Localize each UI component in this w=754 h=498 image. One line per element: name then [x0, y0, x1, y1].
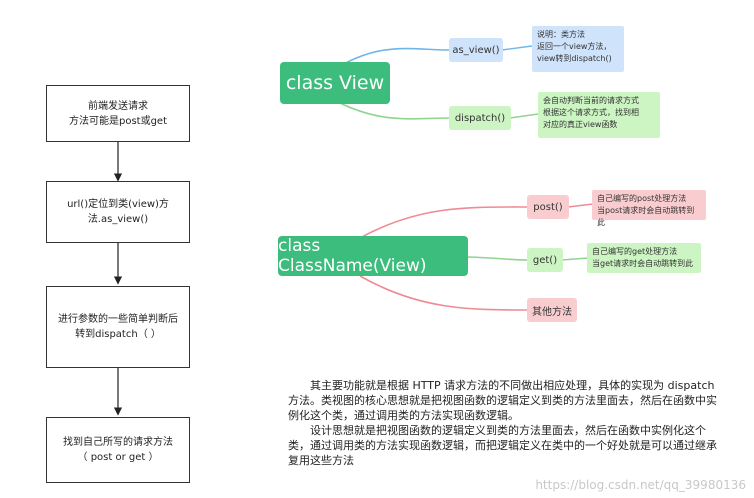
flow-step-2: url()定位到类(view)方 法.as_view() — [46, 181, 190, 243]
flow-step-1: 前端发送请求 方法可能是post或get — [46, 85, 190, 142]
root-class-classname-view: class ClassName(View) — [278, 236, 468, 276]
method-get: get() — [527, 248, 563, 272]
method-dispatch: dispatch() — [449, 106, 511, 130]
description-para-2: 设计思想就是把视图函数的逻辑定义到类的方法里面去，然后在函数中实例化这个类，通过… — [288, 424, 717, 467]
flow-step-4: 找到自己所写的请求方法 （ post or get ） — [46, 417, 190, 483]
note-post: 自己编写的post处理方法 当post请求时会自动跳转到此 — [592, 190, 706, 227]
method-post: post() — [527, 195, 569, 219]
curve-get — [467, 256, 529, 261]
watermark: https://blog.csdn.net/qq_39980136 — [535, 478, 746, 492]
curve-dispatch-note — [509, 113, 539, 119]
root-class-view: class View — [280, 62, 390, 104]
method-as-view: as_view() — [449, 38, 503, 62]
description-para-1: 其主要功能就是根据 HTTP 请求方法的不同做出相应处理，具体的实现为 disp… — [288, 379, 717, 422]
curve-post — [359, 206, 529, 239]
curve-get-note — [561, 257, 589, 261]
flow-step-3: 进行参数的一些简单判断后 转到dispatch（ ） — [46, 286, 190, 368]
curve-post-note — [567, 203, 594, 208]
curve-as-view-note — [501, 45, 533, 51]
note-as-view: 说明：类方法 返回一个view方法， view转到dispatch() — [532, 26, 624, 72]
curve-other — [359, 275, 529, 311]
note-get: 自己编写的get处理方法 当get请求时会自动跳转到此 — [587, 243, 701, 273]
note-dispatch: 会自动判断当前的请求方式 根据这个请求方式，找到相 对应的真正view函数 — [538, 92, 660, 138]
description-block: 其主要功能就是根据 HTTP 请求方法的不同做出相应处理，具体的实现为 disp… — [288, 378, 724, 468]
method-other: 其他方法 — [527, 298, 577, 322]
